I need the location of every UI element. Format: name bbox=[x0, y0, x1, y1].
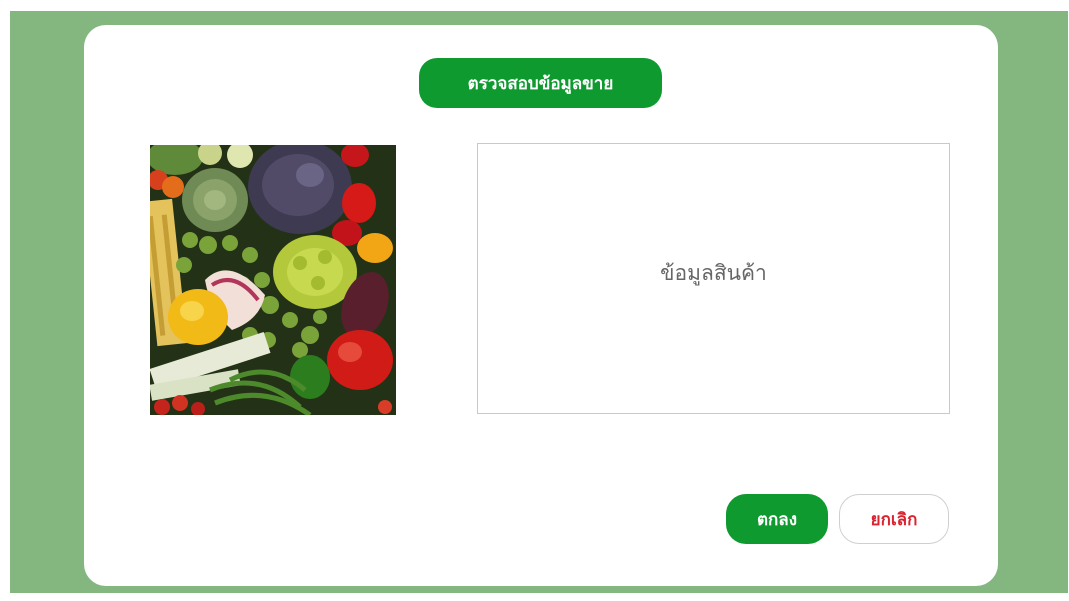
product-info-label: ข้อมูลสินค้า bbox=[660, 261, 767, 285]
product-image bbox=[150, 145, 396, 415]
cancel-button[interactable]: ยกเลิก bbox=[839, 494, 949, 544]
confirm-button[interactable]: ตกลง bbox=[726, 494, 828, 544]
vegetables-illustration bbox=[150, 145, 396, 415]
product-info-box: ข้อมูลสินค้า bbox=[477, 143, 950, 414]
dialog-title: ตรวจสอบข้อมูลขาย bbox=[419, 58, 662, 108]
sale-check-dialog: ตรวจสอบข้อมูลขาย ข้อมูลสินค้า ตกลง ยกเลิ… bbox=[84, 25, 998, 586]
